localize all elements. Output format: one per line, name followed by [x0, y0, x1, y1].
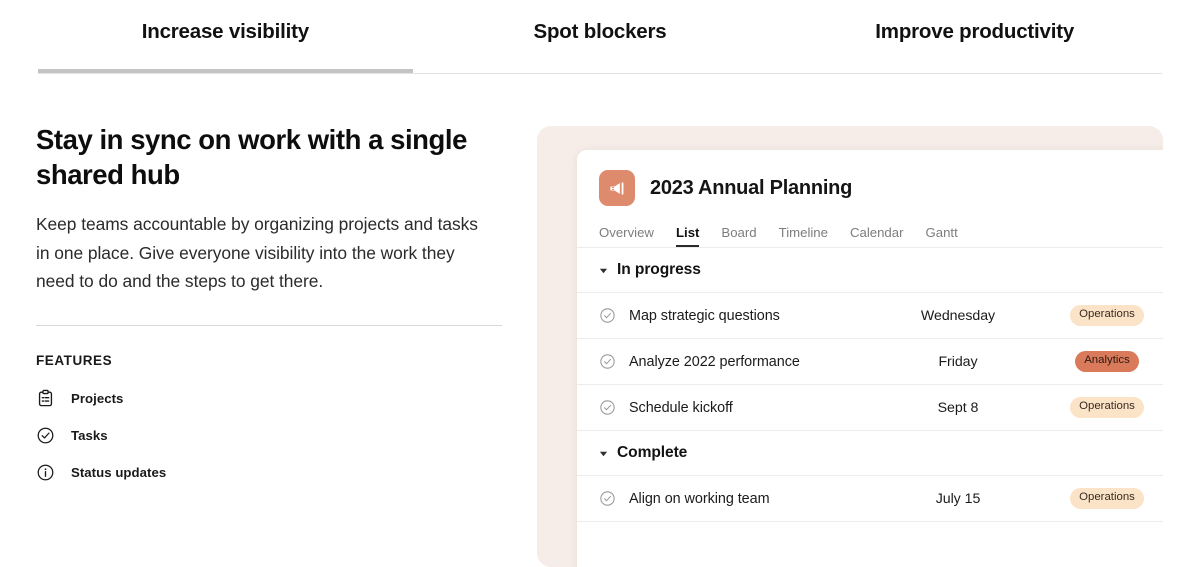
- task-due-date: July 15: [935, 490, 981, 507]
- task-tag-cell: Analytics: [1033, 351, 1163, 372]
- task-tag-cell: Operations: [1033, 305, 1163, 326]
- task-due-date: Friday: [938, 353, 978, 370]
- view-tab-timeline[interactable]: Timeline: [779, 225, 828, 247]
- task-name: Analyze 2022 performance: [629, 353, 800, 370]
- view-tab-calendar[interactable]: Calendar: [850, 225, 904, 247]
- task-due-date: Wednesday: [920, 307, 996, 324]
- check-circle-icon[interactable]: [599, 490, 616, 507]
- task-name: Map strategic questions: [629, 307, 780, 324]
- check-circle-icon[interactable]: [599, 353, 616, 370]
- task-tag-cell: Operations: [1033, 397, 1163, 418]
- task-list: In progress Map strategic questions Wednes…: [577, 248, 1163, 522]
- megaphone-icon: [599, 170, 635, 206]
- info-circle-icon: [36, 463, 55, 482]
- task-group-name: In progress: [617, 261, 701, 278]
- project-title: 2023 Annual Planning: [650, 176, 853, 199]
- feature-item-tasks[interactable]: Tasks: [36, 417, 501, 454]
- project-app-card: 2023 Annual Planning Overview List Board Ti…: [577, 150, 1163, 567]
- task-group-name: Complete: [617, 444, 688, 461]
- view-tab-board[interactable]: Board: [721, 225, 756, 247]
- status-badge[interactable]: Operations: [1070, 488, 1144, 509]
- feature-tab-label: Increase visibility: [141, 19, 309, 43]
- body-copy: Keep teams accountable by organizing pro…: [36, 214, 478, 291]
- caret-down-icon[interactable]: [599, 266, 608, 275]
- task-name: Align on working team: [629, 490, 770, 507]
- feature-item-label: Status updates: [71, 464, 167, 480]
- status-badge[interactable]: Analytics: [1075, 351, 1139, 372]
- view-tab-overview[interactable]: Overview: [599, 225, 654, 247]
- left-column: Stay in sync on work with a single share…: [36, 122, 502, 491]
- section-divider: [36, 324, 502, 326]
- feature-item-label: Projects: [71, 390, 124, 406]
- table-row[interactable]: Align on working team July 15 Operations: [577, 476, 1163, 522]
- features-heading: FEATURES: [36, 352, 113, 368]
- project-header: 2023 Annual Planning: [577, 150, 1163, 206]
- feature-tabbar: Increase visibility Spot blockers Improve …: [38, 0, 1162, 74]
- task-name: Schedule kickoff: [629, 399, 733, 416]
- feature-tab-0[interactable]: Increase visibility: [38, 0, 413, 74]
- task-group-header[interactable]: In progress: [577, 248, 1163, 293]
- feature-tab-list: Increase visibility Spot blockers Improve …: [38, 0, 1162, 74]
- check-circle-icon[interactable]: [599, 399, 616, 416]
- feature-item-projects[interactable]: Projects: [36, 380, 501, 417]
- feature-tab-label: Spot blockers: [533, 19, 667, 43]
- check-circle-icon[interactable]: [599, 307, 616, 324]
- view-tab-gantt[interactable]: Gantt: [926, 225, 958, 247]
- main-content: Stay in sync on work with a single share…: [0, 74, 1200, 567]
- table-row[interactable]: Map strategic questions Wednesday Operatio…: [577, 293, 1163, 339]
- features-list: Projects Tasks Status updates: [36, 380, 501, 491]
- clipboard-icon: [36, 389, 55, 408]
- table-row[interactable]: Schedule kickoff Sept 8 Operations: [577, 385, 1163, 431]
- page-title: Stay in sync on work with a single share…: [36, 124, 467, 191]
- feature-item-status-updates[interactable]: Status updates: [36, 454, 501, 491]
- product-screenshot-frame: 2023 Annual Planning Overview List Board Ti…: [537, 126, 1163, 567]
- feature-item-label: Tasks: [71, 427, 108, 443]
- view-tab-list[interactable]: List: [675, 225, 700, 247]
- project-view-tabs: Overview List Board Timeline Calendar Gantt: [577, 220, 1163, 248]
- status-badge[interactable]: Operations: [1070, 397, 1144, 418]
- task-due-date: Sept 8: [937, 399, 979, 416]
- feature-tab-1[interactable]: Spot blockers: [413, 0, 788, 74]
- feature-tab-label: Improve productivity: [875, 19, 1075, 43]
- caret-down-icon[interactable]: [599, 449, 608, 458]
- status-badge[interactable]: Operations: [1070, 305, 1144, 326]
- task-group-header[interactable]: Complete: [577, 431, 1163, 476]
- feature-tab-2[interactable]: Improve productivity: [787, 0, 1162, 74]
- table-row[interactable]: Analyze 2022 performance Friday Analytics: [577, 339, 1163, 385]
- task-tag-cell: Operations: [1033, 488, 1163, 509]
- check-circle-icon: [36, 426, 55, 445]
